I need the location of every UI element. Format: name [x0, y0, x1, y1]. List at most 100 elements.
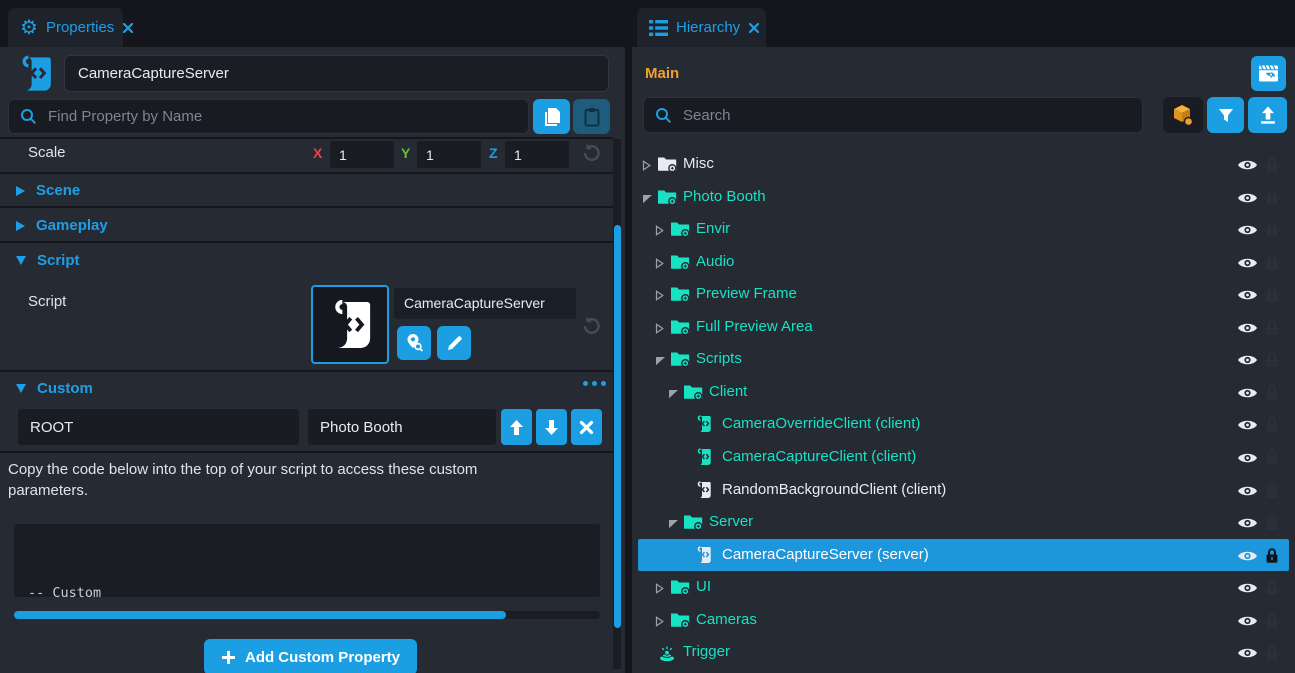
tree-item-full-preview-area[interactable]: Full Preview Area	[638, 311, 1289, 343]
tree-item-server[interactable]: Server	[638, 506, 1289, 538]
folder-icon	[683, 383, 703, 405]
tree-item-cameracaptureserver-server[interactable]: CameraCaptureServer (server)	[638, 539, 1289, 571]
visibility-eye-icon[interactable]	[1237, 614, 1258, 633]
lock-icon[interactable]	[1265, 482, 1279, 504]
scrollbar-thumb[interactable]	[614, 225, 621, 628]
properties-vertical-scrollbar[interactable]	[613, 139, 621, 669]
visibility-eye-icon[interactable]	[1237, 484, 1258, 503]
edit-script-button[interactable]	[437, 326, 471, 360]
property-search-input[interactable]	[46, 107, 528, 126]
visibility-eye-icon[interactable]	[1237, 516, 1258, 535]
code-horizontal-scrollbar[interactable]	[14, 611, 600, 619]
folder-icon	[670, 611, 690, 633]
collapse-arrow-icon[interactable]	[655, 256, 664, 274]
custom-param-value-input[interactable]	[308, 409, 496, 445]
tab-hierarchy[interactable]: Hierarchy	[637, 8, 766, 47]
lock-icon[interactable]	[1265, 221, 1279, 243]
paste-properties-button[interactable]	[573, 99, 610, 134]
copy-properties-button[interactable]	[533, 99, 570, 134]
scale-x-input[interactable]	[330, 141, 394, 168]
editor-window: ⚙ Properties	[0, 0, 1295, 673]
trigger-icon	[657, 643, 677, 667]
pencil-icon	[446, 335, 463, 352]
lock-icon[interactable]	[1265, 514, 1279, 536]
tree-item-client[interactable]: Client	[638, 376, 1289, 408]
lock-icon[interactable]	[1265, 449, 1279, 471]
visibility-eye-icon[interactable]	[1237, 451, 1258, 470]
reset-scale-icon[interactable]	[582, 143, 601, 167]
visibility-eye-icon[interactable]	[1237, 223, 1258, 242]
expand-arrow-icon[interactable]	[668, 516, 679, 534]
custom-param-name-input[interactable]	[18, 409, 299, 445]
tree-item-cameracaptureclient-client[interactable]: CameraCaptureClient (client)	[638, 441, 1289, 473]
find-in-catalog-button[interactable]	[397, 326, 431, 360]
lock-icon[interactable]	[1265, 416, 1279, 438]
lock-icon[interactable]	[1265, 319, 1279, 341]
lock-icon[interactable]	[1265, 286, 1279, 308]
section-script[interactable]: Script	[0, 245, 613, 276]
tree-item-randombackgroundclient-client[interactable]: RandomBackgroundClient (client)	[638, 474, 1289, 506]
scrollbar-thumb[interactable]	[14, 611, 506, 619]
scale-z-input[interactable]	[505, 141, 569, 168]
lock-icon[interactable]	[1265, 254, 1279, 276]
visibility-eye-icon[interactable]	[1237, 256, 1258, 275]
remove-param-button[interactable]	[571, 409, 602, 445]
visibility-eye-icon[interactable]	[1237, 646, 1258, 665]
tree-item-misc[interactable]: Misc	[638, 148, 1289, 180]
move-param-up-button[interactable]	[501, 409, 532, 445]
lock-icon[interactable]	[1265, 579, 1279, 601]
tree-item-photo-booth[interactable]: Photo Booth	[638, 181, 1289, 213]
collapse-arrow-icon[interactable]	[655, 223, 664, 241]
tree-item-audio[interactable]: Audio	[638, 246, 1289, 278]
tree-item-trigger[interactable]: Trigger	[638, 636, 1289, 668]
visibility-eye-icon[interactable]	[1237, 353, 1258, 372]
object-name-input[interactable]	[64, 55, 609, 92]
script-asset-thumbnail[interactable]	[311, 285, 389, 364]
close-hierarchy-icon[interactable]	[748, 22, 760, 34]
collapse-arrow-icon[interactable]	[655, 581, 664, 599]
collapse-arrow-icon[interactable]	[655, 614, 664, 632]
visibility-eye-icon[interactable]	[1237, 386, 1258, 405]
collapse-arrow-icon[interactable]	[655, 321, 664, 339]
lock-icon[interactable]	[1265, 644, 1279, 666]
tree-item-label: CameraCaptureClient (client)	[722, 448, 916, 465]
script-scroll-icon	[327, 299, 373, 351]
reset-script-icon[interactable]	[582, 316, 601, 340]
move-param-down-button[interactable]	[536, 409, 567, 445]
section-custom[interactable]: Custom	[0, 373, 613, 404]
lock-icon[interactable]	[1265, 156, 1279, 178]
tree-item-ui[interactable]: UI	[638, 571, 1289, 603]
visibility-eye-icon[interactable]	[1237, 288, 1258, 307]
visibility-eye-icon[interactable]	[1237, 581, 1258, 600]
custom-section-menu-button[interactable]	[583, 381, 606, 386]
lock-icon[interactable]	[1265, 547, 1279, 569]
lock-icon[interactable]	[1265, 189, 1279, 211]
visibility-eye-icon[interactable]	[1237, 549, 1258, 568]
section-gameplay[interactable]: Gameplay	[0, 210, 613, 241]
tree-item-scripts[interactable]: Scripts	[638, 343, 1289, 375]
folder-icon	[670, 318, 690, 340]
expand-arrow-icon[interactable]	[668, 386, 679, 404]
add-custom-property-button[interactable]: Add Custom Property	[204, 639, 417, 673]
lock-icon[interactable]	[1265, 351, 1279, 373]
expand-arrow-icon[interactable]	[655, 353, 666, 371]
lock-icon[interactable]	[1265, 612, 1279, 634]
visibility-eye-icon[interactable]	[1237, 418, 1258, 437]
tree-item-envir[interactable]: Envir	[638, 213, 1289, 245]
visibility-eye-icon[interactable]	[1237, 158, 1258, 177]
visibility-eye-icon[interactable]	[1237, 321, 1258, 340]
expand-arrow-icon[interactable]	[642, 191, 653, 209]
close-properties-icon[interactable]	[122, 22, 134, 34]
tree-item-cameras[interactable]: Cameras	[638, 604, 1289, 636]
scale-y-input[interactable]	[417, 141, 481, 168]
lock-icon[interactable]	[1265, 384, 1279, 406]
tree-item-preview-frame[interactable]: Preview Frame	[638, 278, 1289, 310]
tab-properties[interactable]: ⚙ Properties	[8, 8, 123, 47]
tree-item-cameraoverrideclient-client[interactable]: CameraOverrideClient (client)	[638, 408, 1289, 440]
section-scene[interactable]: Scene	[0, 175, 613, 206]
collapse-arrow-icon[interactable]	[655, 288, 664, 306]
custom-code-snippet[interactable]: -- Custom local ROOT = script:GetCustomP…	[14, 524, 600, 597]
visibility-eye-icon[interactable]	[1237, 191, 1258, 210]
script-icon	[696, 481, 712, 504]
collapse-arrow-icon[interactable]	[642, 158, 651, 176]
